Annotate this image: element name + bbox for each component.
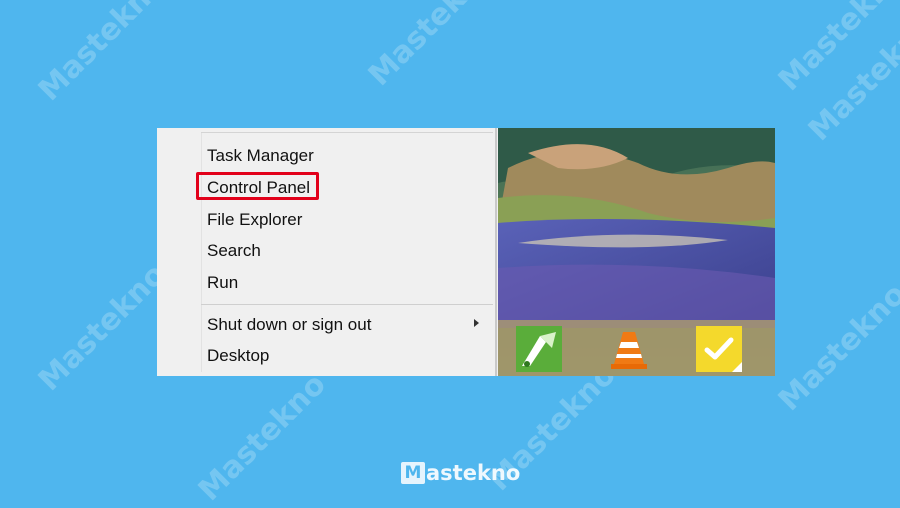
coreldraw-icon[interactable]	[516, 326, 562, 372]
screenshot-panel: Task Manager Control Panel File Explorer…	[157, 128, 775, 376]
menu-item-desktop[interactable]: Desktop	[207, 343, 269, 369]
watermark: Mastekno	[361, 0, 503, 94]
menu-item-file-explorer[interactable]: File Explorer	[207, 207, 302, 233]
watermark: Mastekno	[31, 0, 173, 109]
menu-item-run[interactable]: Run	[207, 270, 238, 296]
watermark: Mastekno	[801, 6, 900, 149]
taskbar-tiles	[498, 320, 775, 376]
submenu-arrow-icon	[474, 319, 479, 327]
menu-gutter	[201, 132, 202, 372]
watermark: Mastekno	[771, 0, 900, 99]
watermark: Mastekno	[31, 256, 173, 399]
logo-mark: M	[401, 462, 425, 484]
winx-context-menu: Task Manager Control Panel File Explorer…	[157, 128, 497, 376]
vlc-icon[interactable]	[606, 326, 652, 372]
menu-top-separator	[201, 132, 493, 133]
logo-text: astekno	[426, 461, 521, 485]
menu-separator	[201, 304, 493, 305]
sticky-notes-icon[interactable]	[696, 326, 742, 372]
mastekno-logo: M astekno	[401, 459, 520, 487]
highlight-box	[196, 172, 319, 200]
menu-item-shut-down[interactable]: Shut down or sign out	[207, 312, 371, 338]
watermark: Mastekno	[191, 366, 333, 508]
menu-item-search[interactable]: Search	[207, 238, 261, 264]
watermark: Mastekno	[771, 276, 900, 419]
menu-item-task-manager[interactable]: Task Manager	[207, 143, 314, 169]
